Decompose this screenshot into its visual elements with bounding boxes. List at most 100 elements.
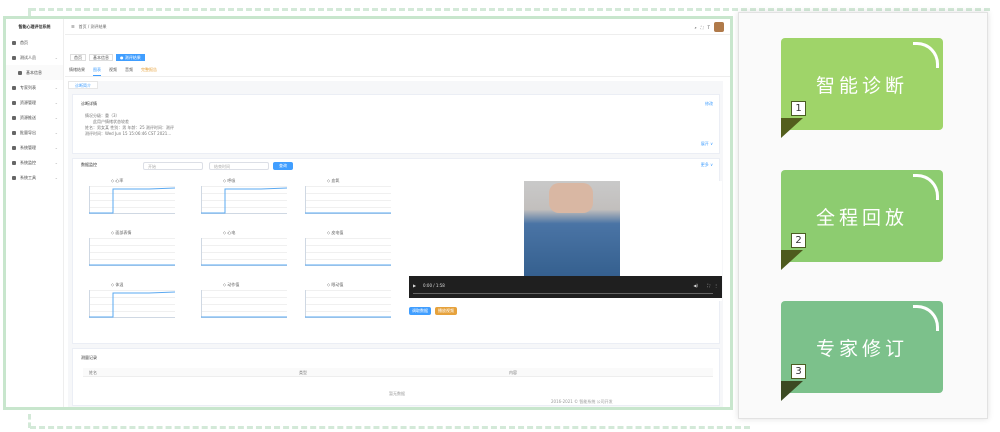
- sidebar-item-resources[interactable]: 资源管理 ⌄: [6, 95, 63, 110]
- sidebar-item-export[interactable]: 批量导出 ⌄: [6, 125, 63, 140]
- dashed-frame-top: [30, 8, 990, 11]
- feature-card-revision: 专家修订 3: [781, 301, 943, 401]
- tab-report[interactable]: 完整报告: [141, 67, 157, 76]
- tab-audio[interactable]: 音频: [125, 67, 133, 76]
- mini-chart: ◇ 皮电值: [297, 230, 393, 274]
- series-line: [305, 264, 391, 266]
- avatar[interactable]: [714, 22, 724, 32]
- tag-basic-info[interactable]: 基本信息: [89, 53, 113, 61]
- sidebar-item-label: 资源推送: [20, 114, 36, 120]
- chevron-down-icon: ⌄: [54, 55, 58, 60]
- chevron-down-icon: ⌄: [54, 115, 58, 120]
- end-time-input[interactable]: 结束时间: [209, 162, 269, 170]
- sidebar-item-tools[interactable]: 系统工具 ⌄: [6, 170, 63, 185]
- mini-chart: ◇ 血氧: [297, 178, 393, 222]
- app-logo: 智能心理评估系统: [18, 24, 51, 29]
- sidebar-item-monitor[interactable]: 系统监控 ⌄: [6, 155, 63, 170]
- series-path: [89, 291, 175, 318]
- chart-legend[interactable]: ◇ 呼吸: [223, 178, 235, 184]
- series-line: [201, 187, 287, 214]
- corner-arc-icon: [913, 174, 939, 200]
- sidebar-item-label: 首页: [20, 39, 28, 45]
- more-options-icon[interactable]: ⋮: [714, 283, 718, 288]
- feature-card-number: 1: [791, 101, 806, 116]
- volume-icon[interactable]: ◀): [693, 283, 698, 288]
- column-header: 姓名: [89, 370, 97, 375]
- fold-corner: [781, 250, 803, 270]
- main-content: 诊断简介 诊断详情 修改 情况分级：重（3） 此用户情绪状态较差 姓名：男女某 …: [68, 81, 723, 407]
- mini-chart: ◇ 呼吸: [193, 178, 289, 222]
- detail-line: 测评时间：Wed Jun 15 15:06:46 CST 2021...: [85, 131, 172, 136]
- tag-result[interactable]: ● 测评结果: [116, 53, 145, 61]
- corner-arc-icon: [913, 42, 939, 68]
- start-time-input[interactable]: 开始: [143, 162, 203, 170]
- sidebar-item-testers[interactable]: 测试人员 ⌄: [6, 50, 63, 65]
- chart-legend[interactable]: ◇ 眼动值: [327, 282, 343, 288]
- video-progress[interactable]: [413, 293, 713, 294]
- fetch-data-button[interactable]: 调取数据: [409, 307, 431, 315]
- chevron-down-icon: ⌄: [54, 130, 58, 135]
- panel-title: 数据监控: [81, 162, 97, 167]
- sidebar-item-label: 基本信息: [26, 69, 42, 75]
- footer-copyright: 2016-2021 © 智能系统 公司开发: [551, 399, 613, 404]
- feature-card-replay: 全程回放 2: [781, 170, 943, 270]
- feature-card-number: 3: [791, 364, 806, 379]
- feature-card-label: 全程回放: [815, 206, 908, 229]
- sidebar-item-home[interactable]: 首页: [6, 35, 63, 50]
- sidebar: 智能心理评估系统 首页 测试人员 ⌄ 基本信息 专家列表 ⌄ 资源管理 ⌄ 资源推送 ⌄…: [6, 19, 64, 407]
- sidebar-item-system[interactable]: 系统管理 ⌄: [6, 140, 63, 155]
- chart-legend[interactable]: ◇ 心率: [111, 178, 123, 184]
- mini-chart: ◇ 心电: [193, 230, 289, 274]
- more-link[interactable]: 更多 ∨: [701, 162, 713, 168]
- chart-legend[interactable]: ◇ 血氧: [327, 178, 339, 184]
- sidebar-item-push[interactable]: 资源推送 ⌄: [6, 110, 63, 125]
- chart-legend[interactable]: ◇ 动作值: [223, 282, 239, 288]
- expand-link[interactable]: 展开 ∨: [701, 141, 713, 147]
- sidebar-item-label: 系统监控: [20, 159, 36, 165]
- edit-link[interactable]: 修改: [705, 101, 713, 107]
- topbar-actions: ⌕ ⛶ T: [694, 22, 724, 32]
- search-icon[interactable]: ⌕: [694, 25, 696, 30]
- tab-video[interactable]: 视频: [109, 67, 117, 76]
- chevron-down-icon: ⌄: [54, 175, 58, 180]
- feature-card-diagnosis: 智能诊断 1: [781, 38, 943, 138]
- record-panel: 测量记录 姓名 类型 内容 暂无数据 2016-2021 © 智能系统 公司开发: [72, 348, 720, 406]
- dashed-frame-bottom: [30, 426, 750, 429]
- sidebar-item-label: 专家列表: [20, 84, 36, 90]
- tab-emotion[interactable]: 情绪结果: [69, 67, 85, 76]
- panel-title: 诊断详情: [81, 101, 97, 106]
- sidebar-item-basic-info[interactable]: 基本信息: [6, 65, 63, 80]
- play-video-button[interactable]: 播放视频: [435, 307, 457, 315]
- series-line: [305, 212, 391, 214]
- font-size-icon[interactable]: T: [708, 25, 710, 30]
- export-icon: [12, 130, 16, 135]
- menu-toggle-icon[interactable]: ☰: [71, 24, 75, 29]
- mini-chart: ◇ 动作值: [193, 282, 289, 326]
- fullscreen-icon[interactable]: ⛶: [701, 25, 704, 30]
- fullscreen-icon[interactable]: ⛶: [707, 283, 710, 288]
- tag-home[interactable]: 首页: [70, 53, 86, 61]
- sidebar-item-label: 测试人员: [20, 54, 36, 60]
- app-screenshot: 智能心理评估系统 首页 测试人员 ⌄ 基本信息 专家列表 ⌄ 资源管理 ⌄ 资源推送 ⌄…: [3, 16, 733, 410]
- chart-legend[interactable]: ◇ 面部表情: [111, 230, 131, 236]
- column-header: 内容: [509, 370, 517, 375]
- chart-legend[interactable]: ◇ 皮电值: [327, 230, 343, 236]
- home-icon: [12, 40, 16, 45]
- chart-legend[interactable]: ◇ 体温: [111, 282, 123, 288]
- gear-icon: [12, 145, 16, 150]
- video-player[interactable]: ▶ 0:00 / 1:58 ◀) ⛶ ⋮: [409, 181, 722, 301]
- monitor-icon: [12, 160, 16, 165]
- fold-corner: [781, 381, 803, 401]
- play-icon[interactable]: ▶: [413, 283, 416, 288]
- sidebar-item-experts[interactable]: 专家列表 ⌄: [6, 80, 63, 95]
- chart-legend[interactable]: ◇ 心电: [223, 230, 235, 236]
- monitor-panel: 数据监控 开始 结束时间 查询 更多 ∨ ◇ 心率 ◇ 呼吸 ◇ 血氧 ◇ 面部表情 ◇…: [72, 158, 722, 344]
- chevron-down-icon: ⌄: [54, 85, 58, 90]
- tab-summary[interactable]: 诊断简介: [68, 81, 98, 89]
- feature-card-label: 智能诊断: [815, 74, 908, 97]
- tab-chart[interactable]: 图表: [93, 67, 101, 76]
- search-button[interactable]: 查询: [273, 162, 293, 170]
- series-line: [89, 291, 175, 318]
- fold-corner: [781, 118, 803, 138]
- chevron-down-icon: ⌄: [54, 145, 58, 150]
